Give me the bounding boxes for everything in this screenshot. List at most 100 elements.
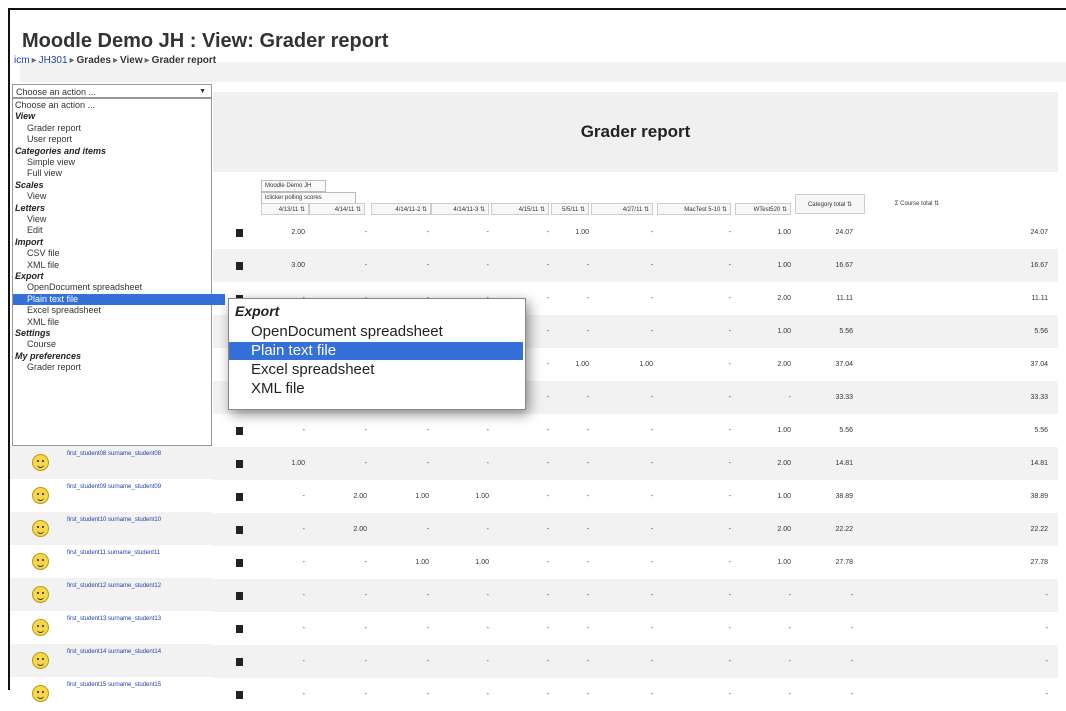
grade-cell[interactable]: -: [751, 579, 791, 612]
student-name-link[interactable]: first_student13 surname_student13: [67, 616, 161, 622]
grade-cell[interactable]: -: [549, 249, 589, 282]
column-header[interactable]: WTest520 ⇅: [735, 203, 791, 215]
grade-toggle-icon[interactable]: [236, 493, 243, 501]
grade-cell[interactable]: -: [549, 447, 589, 480]
dropdown-option[interactable]: Excel spreadsheet: [13, 305, 225, 316]
grade-cell[interactable]: 1.00: [449, 546, 489, 579]
dropdown-option[interactable]: Course: [13, 339, 225, 350]
grade-cell[interactable]: 2.00: [751, 348, 791, 381]
grade-cell[interactable]: 1.00: [389, 546, 429, 579]
grade-cell[interactable]: -: [449, 216, 489, 249]
grade-toggle-icon[interactable]: [236, 427, 243, 435]
grade-cell[interactable]: 1.00: [751, 546, 791, 579]
grade-cell[interactable]: -: [691, 315, 731, 348]
dropdown-option[interactable]: User report: [13, 134, 225, 145]
grade-cell[interactable]: -: [265, 612, 305, 645]
grade-cell[interactable]: 2.00: [327, 513, 367, 546]
grade-cell[interactable]: -: [327, 645, 367, 678]
dropdown-option[interactable]: CSV file: [13, 248, 225, 259]
grade-cell[interactable]: -: [327, 678, 367, 711]
grade-cell[interactable]: -: [509, 216, 549, 249]
category-header[interactable]: Moodle Demo JH: [261, 180, 326, 192]
grade-cell[interactable]: -: [549, 645, 589, 678]
grade-cell[interactable]: -: [751, 645, 791, 678]
student-name-link[interactable]: first_student14 surname_student14: [67, 649, 161, 655]
student-name-link[interactable]: first_student09 surname_student09: [67, 484, 161, 490]
grade-cell[interactable]: 2.00: [751, 447, 791, 480]
grade-cell[interactable]: -: [509, 249, 549, 282]
grade-cell[interactable]: 1.00: [751, 480, 791, 513]
student-name-link[interactable]: first_student12 surname_student12: [67, 583, 161, 589]
dropdown-option[interactable]: Grader report: [13, 123, 225, 134]
grade-cell[interactable]: -: [691, 414, 731, 447]
grade-cell[interactable]: -: [691, 546, 731, 579]
grade-cell[interactable]: -: [691, 216, 731, 249]
grade-cell[interactable]: 2.00: [751, 513, 791, 546]
grade-toggle-icon[interactable]: [236, 526, 243, 534]
grade-cell[interactable]: -: [449, 414, 489, 447]
grade-toggle-icon[interactable]: [236, 559, 243, 567]
student-name-link[interactable]: first_student15 surname_student15: [67, 682, 161, 688]
grade-cell[interactable]: -: [327, 612, 367, 645]
grade-cell[interactable]: -: [265, 414, 305, 447]
grade-cell[interactable]: -: [613, 546, 653, 579]
course-total-header[interactable]: Σ Course total ⇅: [867, 194, 967, 214]
dropdown-option[interactable]: XML file: [13, 317, 225, 328]
grade-cell[interactable]: -: [549, 546, 589, 579]
grade-cell[interactable]: -: [327, 414, 367, 447]
grade-cell[interactable]: -: [691, 579, 731, 612]
grade-cell[interactable]: 1.00: [751, 414, 791, 447]
action-select[interactable]: Choose an action ... ▼: [12, 84, 212, 98]
grade-cell[interactable]: -: [549, 513, 589, 546]
grade-cell[interactable]: 2.00: [327, 480, 367, 513]
grade-cell[interactable]: -: [691, 447, 731, 480]
grade-toggle-icon[interactable]: [236, 460, 243, 468]
dropdown-option[interactable]: XML file: [13, 260, 225, 271]
grade-cell[interactable]: -: [691, 480, 731, 513]
export-option[interactable]: Excel spreadsheet: [229, 361, 523, 379]
grade-cell[interactable]: 1.00: [389, 480, 429, 513]
grade-cell[interactable]: -: [613, 579, 653, 612]
export-option[interactable]: XML file: [229, 380, 523, 398]
grade-cell[interactable]: -: [327, 447, 367, 480]
grade-cell[interactable]: -: [691, 249, 731, 282]
grade-cell[interactable]: 1.00: [549, 216, 589, 249]
grade-cell[interactable]: -: [265, 513, 305, 546]
dropdown-option[interactable]: Choose an action ...: [13, 100, 213, 111]
grade-cell[interactable]: -: [389, 645, 429, 678]
dropdown-option[interactable]: Simple view: [13, 157, 225, 168]
grade-cell[interactable]: -: [509, 447, 549, 480]
grade-cell[interactable]: -: [327, 579, 367, 612]
grade-cell[interactable]: -: [691, 513, 731, 546]
grade-cell[interactable]: -: [509, 612, 549, 645]
grade-cell[interactable]: 3.00: [265, 249, 305, 282]
grade-cell[interactable]: 1.00: [449, 480, 489, 513]
grade-cell[interactable]: 1.00: [265, 447, 305, 480]
grade-cell[interactable]: -: [549, 315, 589, 348]
grade-cell[interactable]: -: [449, 579, 489, 612]
export-option[interactable]: Plain text file: [229, 342, 523, 360]
grade-cell[interactable]: -: [327, 546, 367, 579]
grade-cell[interactable]: -: [389, 249, 429, 282]
grade-cell[interactable]: -: [691, 381, 731, 414]
grade-toggle-icon[interactable]: [236, 625, 243, 633]
grade-cell[interactable]: -: [613, 216, 653, 249]
grade-cell[interactable]: -: [613, 282, 653, 315]
column-header[interactable]: 4/27/11 ⇅: [591, 203, 653, 215]
grade-cell[interactable]: -: [509, 579, 549, 612]
grade-cell[interactable]: -: [613, 645, 653, 678]
grade-cell[interactable]: -: [549, 414, 589, 447]
column-header[interactable]: 4/15/11 ⇅: [491, 203, 549, 215]
grade-cell[interactable]: 1.00: [613, 348, 653, 381]
grade-cell[interactable]: 2.00: [265, 216, 305, 249]
grade-cell[interactable]: -: [389, 513, 429, 546]
grade-cell[interactable]: -: [691, 282, 731, 315]
grade-cell[interactable]: -: [613, 447, 653, 480]
dropdown-option[interactable]: View: [13, 191, 225, 202]
grade-cell[interactable]: -: [691, 678, 731, 711]
grade-toggle-icon[interactable]: [236, 658, 243, 666]
grade-cell[interactable]: -: [509, 513, 549, 546]
grade-cell[interactable]: 1.00: [751, 249, 791, 282]
grade-cell[interactable]: -: [449, 612, 489, 645]
grade-toggle-icon[interactable]: [236, 691, 243, 699]
